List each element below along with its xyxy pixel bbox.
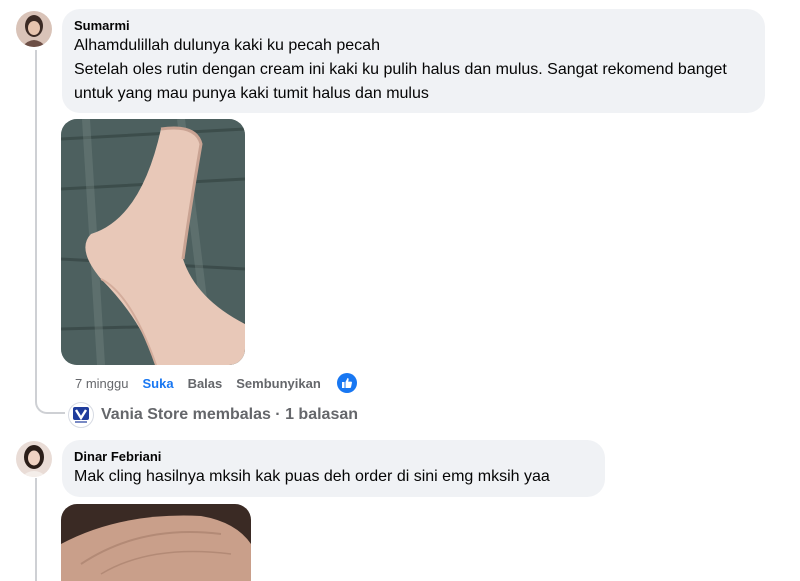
store-avatar <box>68 402 94 428</box>
thread-line <box>35 478 37 581</box>
store-logo-icon <box>73 407 89 423</box>
reply-button[interactable]: Balas <box>188 376 223 391</box>
comment-bubble: Sumarmi Alhamdulillah dulunya kaki ku pe… <box>62 9 765 113</box>
comment-photo[interactable] <box>61 504 251 581</box>
thread-line <box>35 50 37 396</box>
comment-bubble: Dinar Febriani Mak cling hasilnya mksih … <box>62 440 605 497</box>
comment-author[interactable]: Sumarmi <box>74 17 753 34</box>
reply-summary-text[interactable]: Vania Store membalas · 1 balasan <box>101 406 358 424</box>
comment-text: Alhamdulillah dulunya kaki ku pecah peca… <box>74 37 727 102</box>
thumbs-up-icon[interactable] <box>336 373 357 393</box>
avatar[interactable] <box>16 441 52 477</box>
comment-actions: 7 minggu Suka Balas Sembunyikan <box>75 372 357 394</box>
avatar[interactable] <box>16 11 52 47</box>
comment-timestamp[interactable]: 7 minggu <box>75 376 128 391</box>
comment-photo[interactable] <box>61 119 245 365</box>
view-replies-link[interactable]: Vania Store membalas · 1 balasan <box>68 402 358 428</box>
comment-author[interactable]: Dinar Febriani <box>74 448 593 465</box>
comment-text: Mak cling hasilnya mksih kak puas deh or… <box>74 468 550 485</box>
hide-button[interactable]: Sembunyikan <box>236 376 321 391</box>
thread-curve <box>35 384 65 414</box>
like-button[interactable]: Suka <box>142 376 173 391</box>
